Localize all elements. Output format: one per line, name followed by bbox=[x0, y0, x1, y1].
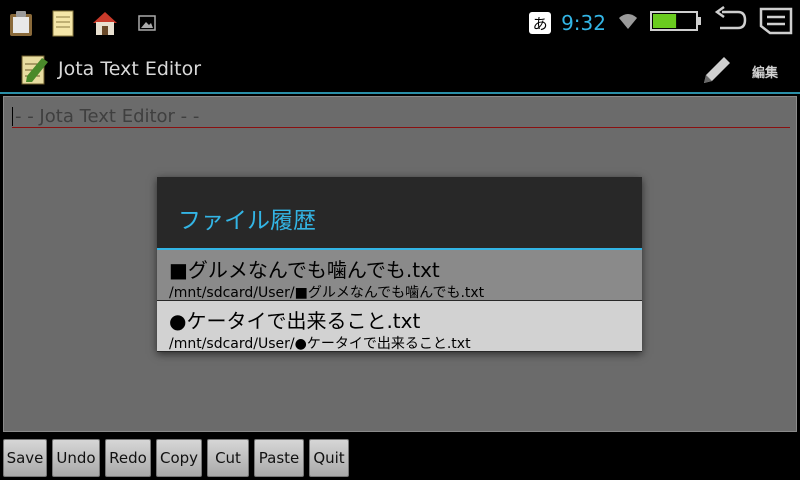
status-bar: あ 9:32 bbox=[0, 0, 800, 46]
screen: あ 9:32 Jota Text Editor 編集 - - Jota Text… bbox=[0, 0, 800, 480]
image-notification-icon bbox=[130, 6, 164, 40]
app-logo-icon[interactable] bbox=[18, 54, 50, 86]
battery-fill bbox=[653, 14, 677, 28]
dialog-title: ファイル履歴 bbox=[178, 208, 316, 234]
clipboard-app-icon[interactable] bbox=[4, 6, 38, 40]
file-history-dialog: ファイル履歴 ■グルメなんでも噛んでも.txt /mnt/sdcard/User… bbox=[157, 177, 642, 352]
wifi-icon bbox=[616, 11, 640, 35]
history-item[interactable]: ■グルメなんでも噛んでも.txt /mnt/sdcard/User/■グルメなん… bbox=[157, 250, 642, 301]
text-cursor bbox=[12, 107, 13, 126]
back-icon[interactable] bbox=[712, 5, 748, 40]
notepad-app-icon[interactable] bbox=[46, 6, 80, 40]
copy-button[interactable]: Copy bbox=[156, 439, 202, 477]
ime-indicator: あ bbox=[529, 12, 552, 34]
edit-menu-button[interactable]: 編集 bbox=[752, 62, 778, 81]
save-button[interactable]: Save bbox=[3, 439, 47, 477]
history-item[interactable]: ●ケータイで出来ること.txt /mnt/sdcard/User/●ケータイで出… bbox=[157, 301, 642, 352]
quit-button[interactable]: Quit bbox=[309, 439, 349, 477]
editor-line: - - Jota Text Editor - - bbox=[12, 106, 790, 128]
undo-button[interactable]: Undo bbox=[52, 439, 100, 477]
pencil-icon[interactable] bbox=[700, 54, 732, 86]
cut-button[interactable]: Cut bbox=[207, 439, 249, 477]
history-item-name: ●ケータイで出来ること.txt bbox=[169, 309, 421, 333]
editor-text: - - Jota Text Editor - - bbox=[15, 106, 200, 127]
menu-icon[interactable] bbox=[758, 6, 794, 40]
home-app-icon[interactable] bbox=[88, 6, 122, 40]
bottom-toolbar: Save Undo Redo Copy Cut Paste Quit bbox=[0, 436, 800, 480]
battery-icon bbox=[650, 9, 702, 37]
app-title: Jota Text Editor bbox=[58, 58, 202, 80]
redo-button[interactable]: Redo bbox=[105, 439, 151, 477]
history-item-path: /mnt/sdcard/User/●ケータイで出来ること.txt bbox=[169, 336, 471, 352]
history-item-path: /mnt/sdcard/User/■グルメなんでも噛んでも.txt bbox=[169, 285, 485, 301]
paste-button[interactable]: Paste bbox=[254, 439, 304, 477]
action-bar: Jota Text Editor 編集 bbox=[0, 46, 800, 94]
status-clock: 9:32 bbox=[561, 11, 606, 35]
history-item-name: ■グルメなんでも噛んでも.txt bbox=[169, 258, 440, 282]
